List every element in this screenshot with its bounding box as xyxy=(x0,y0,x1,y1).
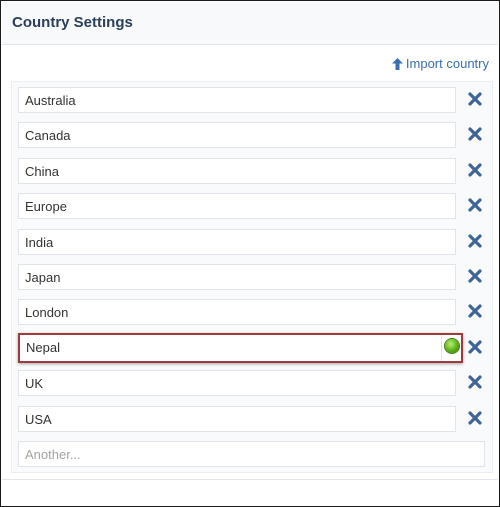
panel-header: Country Settings xyxy=(2,2,498,45)
remove-country-button[interactable] xyxy=(468,304,484,320)
close-x-icon xyxy=(468,411,482,425)
input-addon-divider xyxy=(441,335,442,361)
close-x-icon xyxy=(468,375,482,389)
remove-country-button[interactable] xyxy=(468,340,484,356)
import-country-label: Import country xyxy=(405,56,489,71)
country-row: India xyxy=(18,229,488,257)
country-row: UK xyxy=(18,370,488,398)
close-x-icon xyxy=(468,198,482,212)
country-row: Europe xyxy=(18,193,488,221)
country-input[interactable]: Japan xyxy=(18,264,456,290)
close-x-icon xyxy=(468,163,482,177)
country-input[interactable]: Nepal xyxy=(18,333,463,363)
import-country-link[interactable]: Import country xyxy=(391,56,489,71)
country-input[interactable]: UK xyxy=(18,370,456,396)
country-input[interactable]: India xyxy=(18,229,456,255)
country-input[interactable]: Canada xyxy=(18,122,456,148)
close-x-icon xyxy=(468,92,482,106)
remove-country-button[interactable] xyxy=(468,411,484,427)
country-row: USA xyxy=(18,406,488,434)
another-country-input[interactable] xyxy=(18,441,485,467)
panel-title: Country Settings xyxy=(12,14,133,31)
country-row: London xyxy=(18,299,488,327)
country-input[interactable]: Australia xyxy=(18,87,456,113)
close-x-icon xyxy=(468,234,482,248)
country-input[interactable]: London xyxy=(18,299,456,325)
country-row: Japan xyxy=(18,264,488,292)
country-row: Nepal xyxy=(18,333,488,363)
country-input[interactable]: China xyxy=(18,158,456,184)
remove-country-button[interactable] xyxy=(468,127,484,143)
remove-country-button[interactable] xyxy=(468,163,484,179)
country-input[interactable]: USA xyxy=(18,406,456,432)
green-dot-icon[interactable] xyxy=(445,339,459,353)
country-row: Australia xyxy=(18,87,488,115)
close-x-icon xyxy=(468,304,482,318)
remove-country-button[interactable] xyxy=(468,234,484,250)
remove-country-button[interactable] xyxy=(468,92,484,108)
country-row: China xyxy=(18,158,488,186)
arrow-up-icon xyxy=(391,57,403,70)
close-x-icon xyxy=(468,340,482,354)
remove-country-button[interactable] xyxy=(468,198,484,214)
remove-country-button[interactable] xyxy=(468,269,484,285)
country-input[interactable]: Europe xyxy=(18,193,456,219)
country-settings-panel: Country Settings Import country Australi… xyxy=(0,0,500,507)
country-row: Canada xyxy=(18,122,488,150)
footer-divider xyxy=(2,479,498,480)
close-x-icon xyxy=(468,127,482,141)
remove-country-button[interactable] xyxy=(468,375,484,391)
close-x-icon xyxy=(468,269,482,283)
